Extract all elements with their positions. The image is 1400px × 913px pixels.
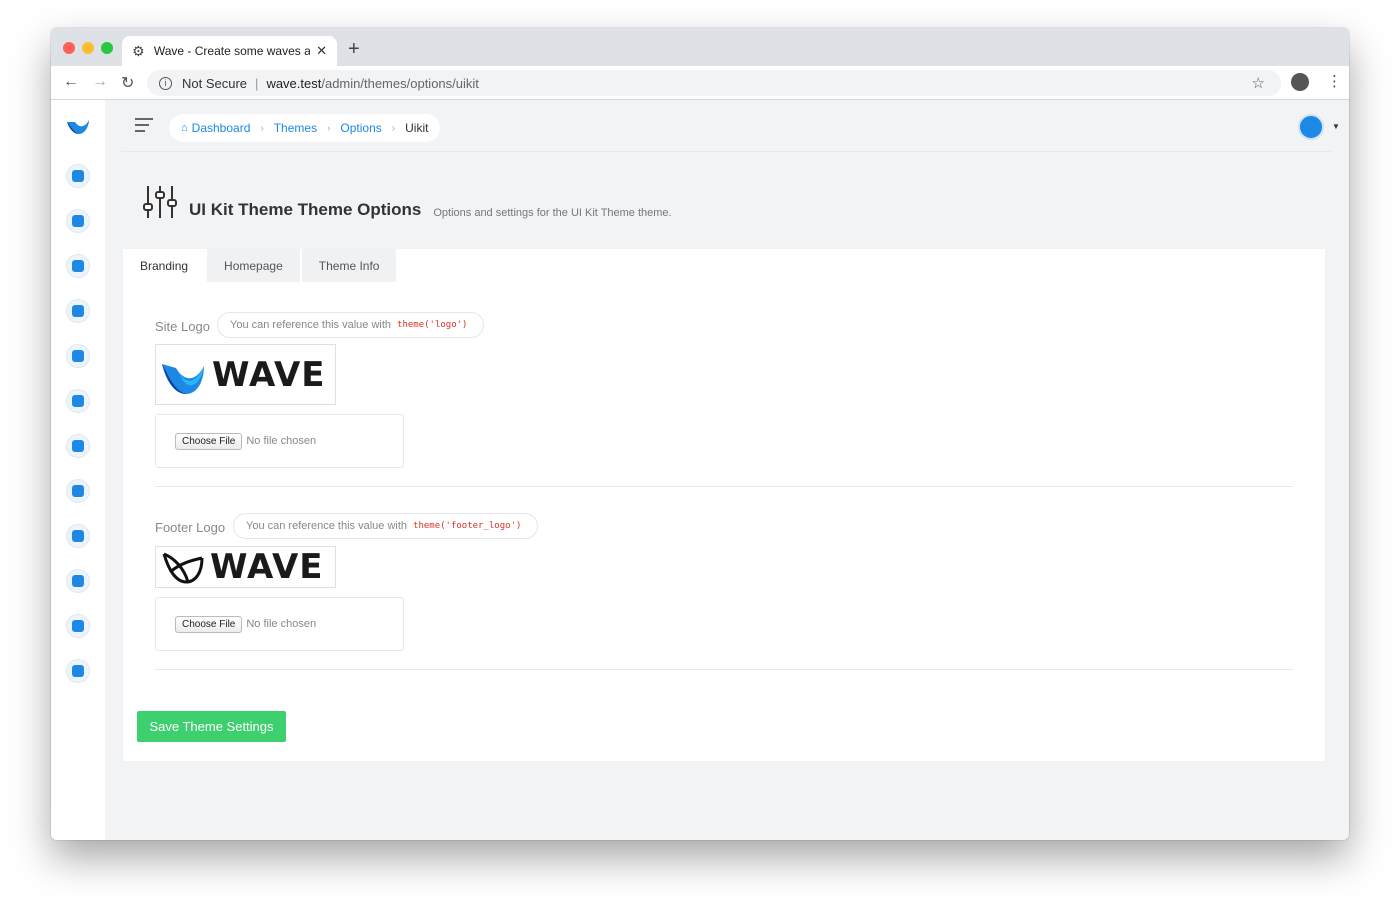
page-header: UI Kit Theme Theme Options Options and s… bbox=[143, 184, 672, 220]
back-icon[interactable]: ← bbox=[63, 73, 79, 91]
browser-toolbar: ← → ↻ i Not Secure | wave.test /admin/th… bbox=[51, 66, 1349, 100]
options-card: Branding Homepage Theme Info Site Logo Y… bbox=[123, 249, 1325, 761]
chevron-right-icon: › bbox=[391, 122, 396, 134]
breadcrumb-dashboard[interactable]: Dashboard bbox=[192, 121, 251, 135]
site-logo-file-input[interactable]: Choose File No file chosen bbox=[155, 414, 404, 468]
gear-icon: ⚙ bbox=[132, 43, 145, 59]
page-title: UI Kit Theme Theme Options bbox=[189, 200, 422, 219]
file-status: No file chosen bbox=[246, 618, 317, 630]
roles-icon[interactable] bbox=[66, 254, 90, 278]
wave-logo-icon[interactable] bbox=[65, 114, 91, 140]
site-logo-text: WAVE bbox=[212, 354, 326, 395]
categories-icon[interactable] bbox=[66, 479, 90, 503]
home-icon: ⌂ bbox=[181, 122, 188, 134]
bookmark-star-icon[interactable]: ☆ bbox=[1252, 74, 1265, 92]
breadcrumb-themes[interactable]: Themes bbox=[274, 121, 317, 135]
users-icon[interactable] bbox=[66, 299, 90, 323]
announcements-icon[interactable] bbox=[66, 524, 90, 548]
dashboard-icon[interactable] bbox=[66, 164, 90, 188]
caret-down-icon[interactable]: ▼ bbox=[1332, 122, 1340, 131]
new-tab-button[interactable]: + bbox=[348, 38, 360, 61]
chevron-right-icon: › bbox=[260, 122, 264, 134]
wave-outline-mark-icon bbox=[162, 552, 204, 584]
footer-logo-reference-pill: You can reference this value with theme(… bbox=[233, 513, 539, 539]
chevron-right-icon: › bbox=[327, 122, 331, 134]
footer-logo-label: Footer Logo bbox=[155, 520, 226, 535]
tab-strip: ⚙ Wave - Create some waves and ✕ + bbox=[51, 28, 1349, 66]
sidebar bbox=[51, 100, 105, 840]
sliders-icon bbox=[143, 186, 177, 218]
url-host: wave.test bbox=[266, 75, 322, 91]
url-separator: | bbox=[255, 75, 259, 91]
tab-branding[interactable]: Branding bbox=[123, 249, 206, 282]
close-tab-icon[interactable]: ✕ bbox=[316, 43, 327, 59]
page-subtitle: Options and settings for the UI Kit Them… bbox=[433, 207, 672, 219]
footer-logo-text: WAVE bbox=[210, 547, 324, 587]
footer-logo-file-input[interactable]: Choose File No file chosen bbox=[155, 597, 404, 651]
admin-app: ⌂ Dashboard › Themes › Options › Uikit ▼… bbox=[51, 100, 1349, 840]
tab-homepage[interactable]: Homepage bbox=[207, 249, 300, 282]
site-logo-label: Site Logo bbox=[155, 319, 210, 334]
close-window-button[interactable] bbox=[63, 42, 75, 54]
reference-code: theme('footer_logo') bbox=[413, 521, 522, 531]
profile-avatar[interactable] bbox=[1291, 73, 1309, 91]
minimize-window-button[interactable] bbox=[82, 42, 94, 54]
info-icon[interactable]: i bbox=[159, 76, 172, 90]
site-logo-preview: WAVE bbox=[155, 344, 336, 405]
menu-toggle-icon[interactable] bbox=[135, 118, 153, 136]
maximize-window-button[interactable] bbox=[101, 42, 113, 54]
browser-tab[interactable]: ⚙ Wave - Create some waves and ✕ bbox=[122, 36, 337, 66]
footer-logo-preview: WAVE bbox=[155, 546, 336, 588]
posts-icon[interactable] bbox=[66, 389, 90, 413]
tab-theme-info[interactable]: Theme Info bbox=[301, 249, 397, 282]
breadcrumb-options[interactable]: Options bbox=[340, 121, 381, 135]
top-navbar: ⌂ Dashboard › Themes › Options › Uikit ▼ bbox=[121, 100, 1340, 152]
reference-text: You can reference this value with bbox=[246, 520, 408, 532]
themes-icon[interactable] bbox=[66, 209, 90, 233]
options-tabs: Branding Homepage Theme Info bbox=[123, 249, 398, 282]
breadcrumb: ⌂ Dashboard › Themes › Options › Uikit bbox=[169, 114, 441, 142]
not-secure-label: Not Secure bbox=[182, 75, 248, 91]
reload-icon[interactable]: ↻ bbox=[121, 73, 134, 93]
browser-window: ⚙ Wave - Create some waves and ✕ + ← → ↻… bbox=[51, 28, 1349, 840]
user-avatar[interactable] bbox=[1298, 114, 1324, 140]
reference-text: You can reference this value with bbox=[230, 319, 392, 331]
choose-file-button[interactable]: Choose File bbox=[175, 615, 243, 633]
wave-mark-icon bbox=[162, 363, 204, 394]
site-logo-reference-pill: You can reference this value with theme(… bbox=[217, 312, 485, 338]
pages-icon[interactable] bbox=[66, 434, 90, 458]
breadcrumb-current: Uikit bbox=[405, 121, 429, 135]
settings-icon[interactable] bbox=[66, 614, 90, 638]
reference-code: theme('logo') bbox=[397, 320, 468, 330]
address-bar[interactable]: i Not Secure | wave.test /admin/themes/o… bbox=[147, 70, 1281, 96]
field-divider bbox=[155, 486, 1293, 487]
choose-file-button[interactable]: Choose File bbox=[175, 432, 243, 450]
field-divider bbox=[155, 669, 1293, 670]
tools-icon[interactable] bbox=[66, 569, 90, 593]
url-path: /admin/themes/options/uikit bbox=[321, 75, 479, 91]
save-theme-settings-button[interactable]: Save Theme Settings bbox=[137, 711, 286, 742]
file-status: No file chosen bbox=[246, 435, 317, 447]
tab-title: Wave - Create some waves and bbox=[153, 44, 311, 58]
media-icon[interactable] bbox=[66, 344, 90, 368]
plans-icon[interactable] bbox=[66, 659, 90, 683]
forward-icon[interactable]: → bbox=[92, 73, 108, 91]
browser-menu-icon[interactable]: ⋮ bbox=[1327, 72, 1342, 90]
